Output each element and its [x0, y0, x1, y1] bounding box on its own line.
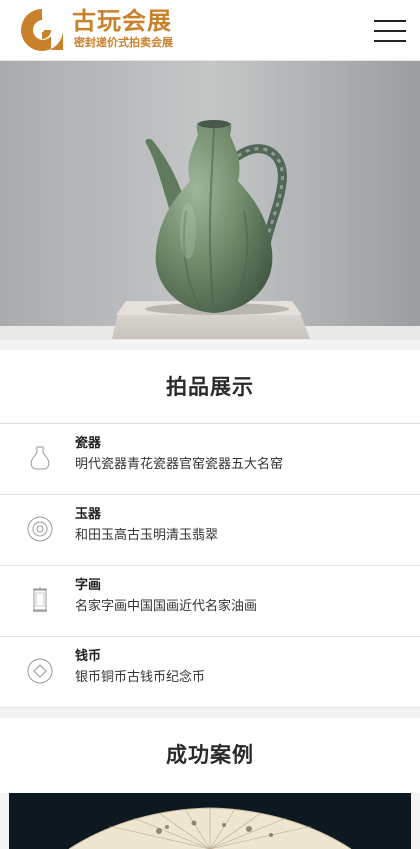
category-item-coins[interactable]: 钱币 银币铜币古钱币纪念币 [0, 637, 420, 708]
category-item-painting[interactable]: 字画 名家字画中国国画近代名家油画 [0, 566, 420, 637]
fan-painting-image [9, 793, 411, 849]
coin-icon [27, 658, 53, 684]
category-item-jade[interactable]: 玉器 和田玉高古玉明清玉翡翠 [0, 495, 420, 566]
cases-section-title: 成功案例 [0, 718, 420, 793]
category-item-porcelain[interactable]: 瓷器 明代瓷器青花瓷器官窑瓷器五大名窑 [0, 424, 420, 495]
hero-banner[interactable] [0, 61, 420, 340]
category-desc: 和田玉高古玉明清玉翡翠 [75, 528, 219, 543]
case-image-fan-painting[interactable] [9, 793, 411, 849]
category-desc: 名家字画中国国画近代名家油画 [75, 599, 258, 614]
vase-icon [30, 446, 50, 470]
logo-mark-icon [21, 9, 63, 51]
category-desc: 银币铜币古钱币纪念币 [75, 670, 206, 685]
celadon-ewer-image [0, 61, 420, 340]
logo-title: 古玩会展 [72, 7, 172, 35]
auction-section-title: 拍品展示 [0, 350, 420, 424]
category-name: 瓷器 [75, 436, 102, 451]
hamburger-menu-icon[interactable] [374, 18, 406, 44]
logo-subtitle: 密封递价式拍卖会展 [74, 36, 173, 49]
category-name: 钱币 [75, 649, 102, 664]
section-spacer [0, 340, 420, 350]
category-name: 字画 [75, 578, 102, 593]
category-list: 瓷器 明代瓷器青花瓷器官窑瓷器五大名窑 玉器 和田玉高古玉明清玉翡翠 字画 名家… [0, 424, 420, 708]
category-desc: 明代瓷器青花瓷器官窑瓷器五大名窑 [75, 457, 284, 472]
site-logo[interactable]: 古玩会展 密封递价式拍卖会展 [18, 6, 188, 54]
section-spacer [0, 708, 420, 718]
jade-disc-icon [27, 516, 53, 542]
site-header: 古玩会展 密封递价式拍卖会展 [0, 0, 420, 61]
category-name: 玉器 [75, 507, 102, 522]
scroll-icon [33, 587, 47, 612]
